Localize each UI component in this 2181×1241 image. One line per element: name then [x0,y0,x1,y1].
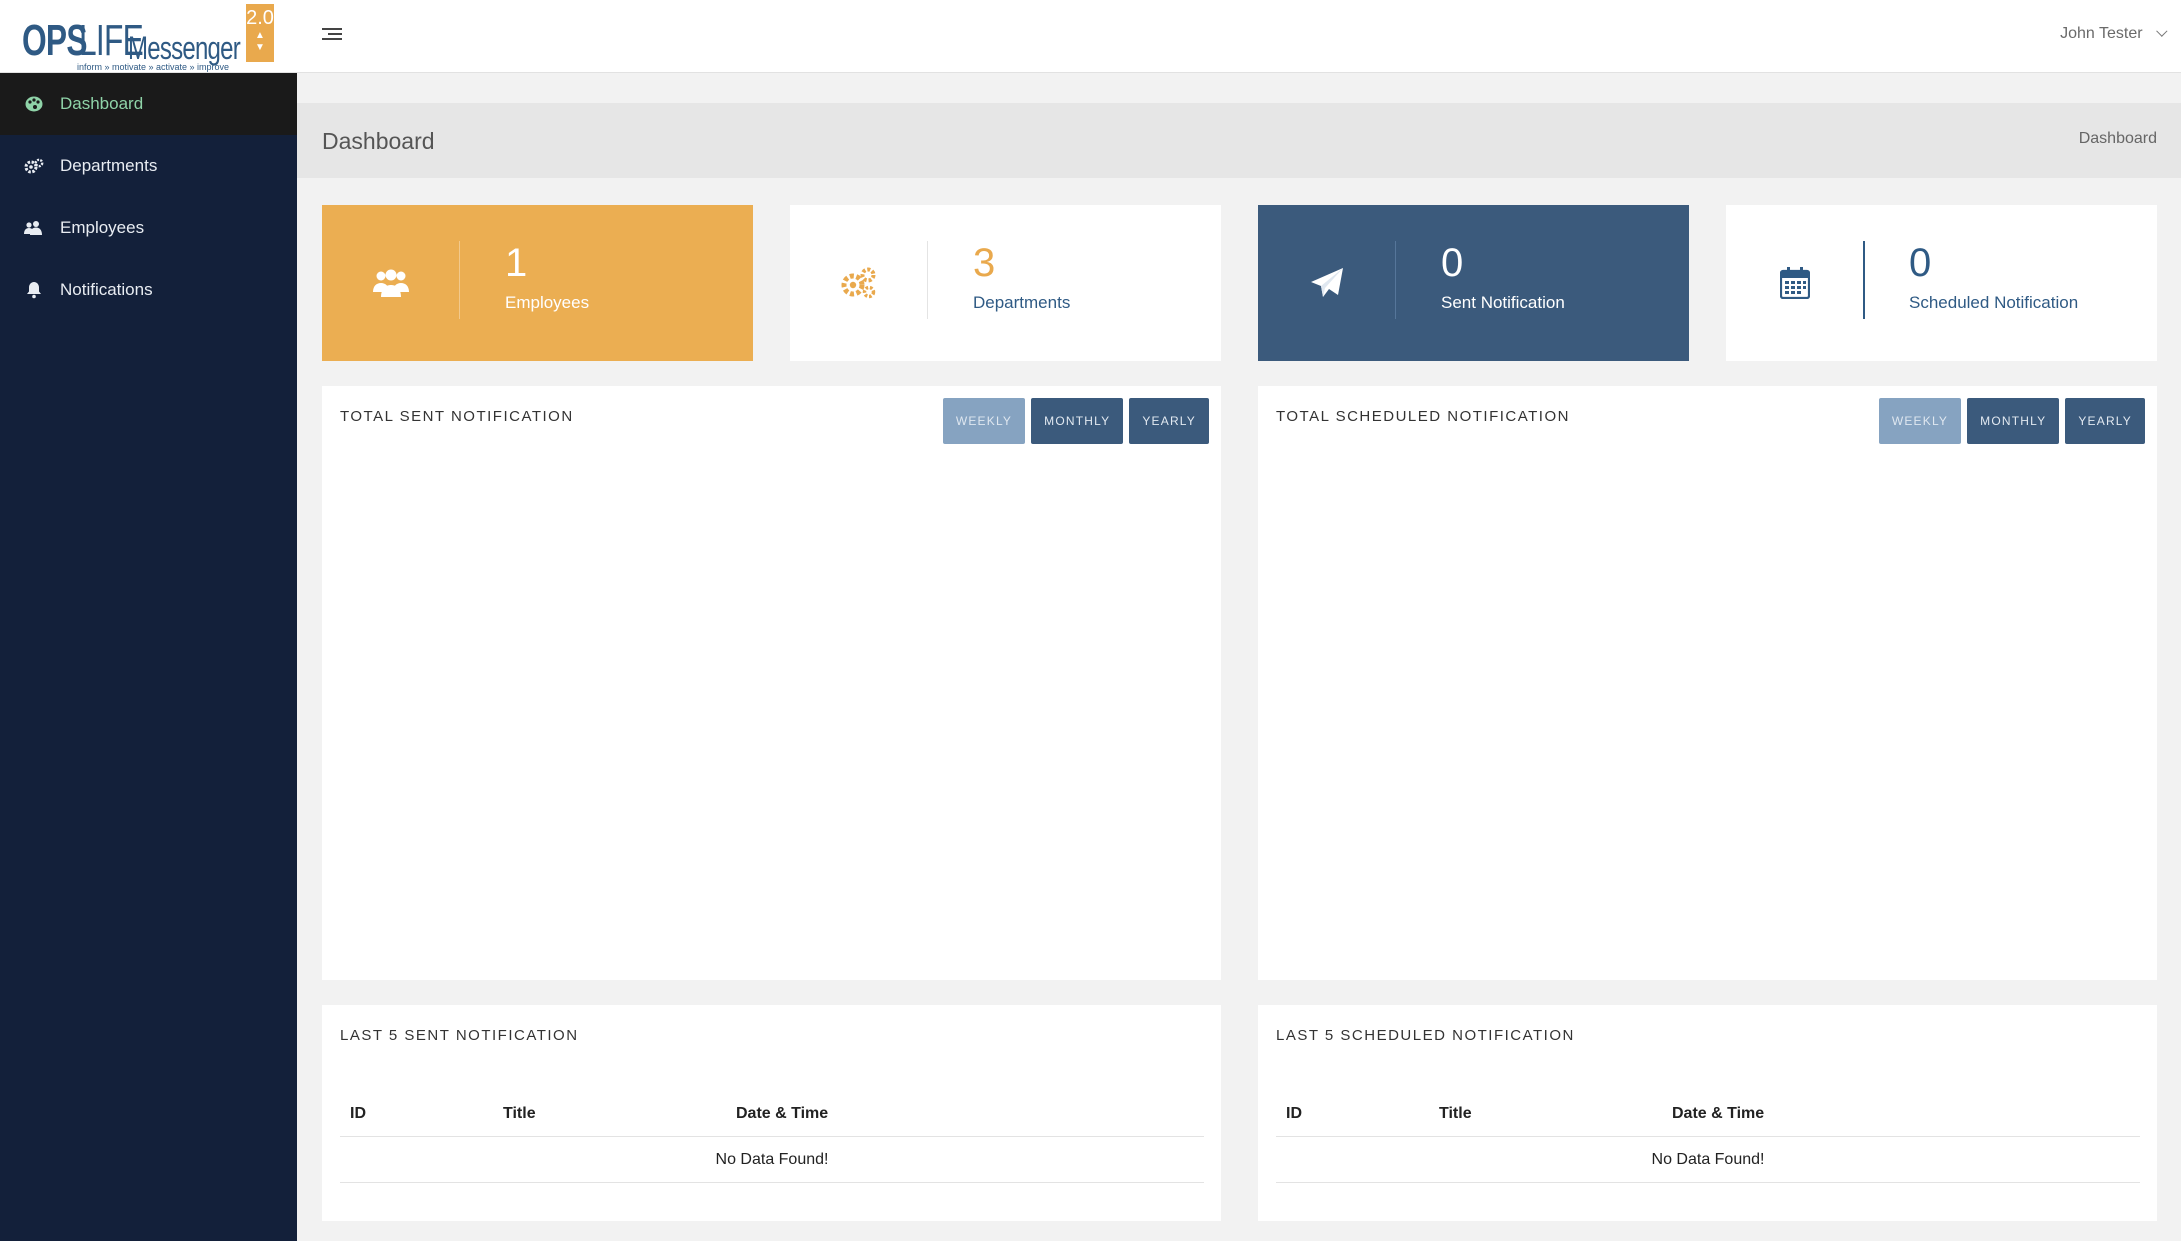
table-header: ID Title Date & Time [1276,1095,2140,1137]
monthly-button[interactable]: MONTHLY [1967,398,2060,444]
top-bar: OPS LIFE Messenger inform » motivate » a… [0,0,2181,73]
empty-row: No Data Found! [1276,1137,2140,1183]
card-divider [927,241,928,319]
page-title: Dashboard [322,128,435,154]
table-header: ID Title Date & Time [340,1095,1204,1137]
column-header-id[interactable]: ID [1286,1105,1302,1123]
sidebar-item-label: Employees [60,218,145,237]
empty-row: No Data Found! [340,1137,1204,1183]
menu-icon-line [328,33,342,35]
last-5-sent-notification-panel: LAST 5 SENT NOTIFICATION ID Title Date &… [322,1005,1221,1221]
up-down-arrow-icon: ▲ ▼ [255,30,265,53]
card-divider [1863,241,1865,319]
sidebar-item-employees[interactable]: Employees [0,197,297,259]
sidebar-item-notifications[interactable]: Notifications [0,259,297,321]
stat-value: 0 [1441,241,1464,285]
user-name: John Tester [2060,25,2143,42]
total-scheduled-notification-panel: TOTAL SCHEDULED NOTIFICATION WEEKLY MONT… [1258,386,2157,980]
card-divider [1395,241,1396,319]
column-header-title[interactable]: Title [503,1105,536,1123]
stat-value: 1 [505,241,528,285]
logo-wordmark: OPS LIFE Messenger [22,16,241,66]
sidebar-item-label: Departments [60,156,158,175]
monthly-button[interactable]: MONTHLY [1031,398,1124,444]
stat-label: Sent Notification [1441,293,1565,312]
gears-icon [24,157,44,175]
column-header-id[interactable]: ID [350,1105,366,1123]
sidebar-item-dashboard[interactable]: Dashboard [0,73,297,135]
notification-table: ID Title Date & Time No Data Found! [1276,1095,2140,1183]
total-sent-notification-panel: TOTAL SENT NOTIFICATION WEEKLY MONTHLY Y… [322,386,1221,980]
period-button-group: WEEKLY MONTHLY YEARLY [942,398,1209,444]
yearly-button[interactable]: YEARLY [2065,398,2145,444]
users-icon [24,219,44,237]
gears-icon [790,205,927,361]
bell-icon [24,281,44,299]
logo-version-badge: 2.0 ▲ ▼ [246,4,274,62]
weekly-button[interactable]: WEEKLY [1878,398,1962,444]
logo-ops: OPS [22,16,87,65]
chevron-down-icon [2156,25,2168,37]
paper-plane-icon [1258,205,1395,361]
panel-title: TOTAL SCHEDULED NOTIFICATION [1276,408,1570,425]
sidebar-item-label: Notifications [60,280,153,299]
page-header: Dashboard Dashboard [297,103,2181,178]
period-button-group: WEEKLY MONTHLY YEARLY [1878,398,2145,444]
stat-card-departments[interactable]: 3 Departments [790,205,1221,361]
palette-icon [24,95,44,113]
column-header-date-time[interactable]: Date & Time [736,1105,828,1123]
calendar-icon [1726,205,1863,361]
panel-title: LAST 5 SCHEDULED NOTIFICATION [1276,1027,1575,1044]
stat-card-sent-notification[interactable]: 0 Sent Notification [1258,205,1689,361]
stat-value: 0 [1909,241,1932,285]
stat-card-employees[interactable]: 1 Employees [322,205,753,361]
column-header-date-time[interactable]: Date & Time [1672,1105,1764,1123]
menu-icon-line [322,38,342,40]
column-header-title[interactable]: Title [1439,1105,1472,1123]
panel-title: LAST 5 SENT NOTIFICATION [340,1027,579,1044]
logo-tagline: inform » motivate » activate » improve [77,62,230,72]
app-logo[interactable]: OPS LIFE Messenger inform » motivate » a… [22,4,274,72]
yearly-button[interactable]: YEARLY [1129,398,1209,444]
stat-label: Departments [973,293,1071,312]
menu-icon [322,28,342,30]
notification-table: ID Title Date & Time No Data Found! [340,1095,1204,1183]
last-5-scheduled-notification-panel: LAST 5 SCHEDULED NOTIFICATION ID Title D… [1258,1005,2157,1221]
sidebar-item-label: Dashboard [60,94,144,113]
user-menu[interactable]: John Tester [2060,25,2168,43]
sidebar-item-departments[interactable]: Departments [0,135,297,197]
breadcrumb[interactable]: Dashboard [2079,130,2157,148]
logo-version: 2.0 [246,7,274,29]
stat-card-scheduled-notification[interactable]: 0 Scheduled Notification [1726,205,2157,361]
menu-toggle-button[interactable] [322,28,342,44]
card-divider [459,241,460,319]
stat-label: Scheduled Notification [1909,293,2079,312]
stat-label: Employees [505,293,590,312]
weekly-button[interactable]: WEEKLY [942,398,1026,444]
users-icon [322,205,459,361]
stat-value: 3 [973,241,996,285]
panel-title: TOTAL SENT NOTIFICATION [340,408,574,425]
sidebar: Dashboard Departments Employees Notifica… [0,73,297,1241]
